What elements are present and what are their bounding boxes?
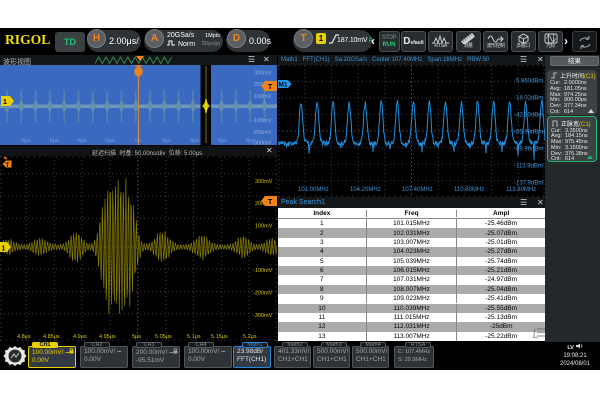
svg-text:2μs: 2μs [162, 138, 171, 144]
svg-text:1: 1 [3, 99, 7, 106]
svg-text:6μs: 6μs [218, 138, 227, 144]
svg-text:-8μs: -8μs [20, 138, 31, 144]
svg-text:300mV: 300mV [254, 71, 272, 77]
svg-text:0s: 0s [135, 138, 141, 144]
svg-text:T: T [268, 84, 273, 91]
svg-text:5.2μs: 5.2μs [243, 334, 257, 340]
svg-text:-113.9dBm: -113.9dBm [514, 164, 543, 170]
svg-text:107.40MHz: 107.40MHz [402, 187, 433, 193]
svg-text:104.20MHz: 104.20MHz [350, 187, 381, 193]
svg-text:8μs: 8μs [246, 138, 255, 144]
svg-text:5.15μs: 5.15μs [211, 334, 228, 340]
svg-text:101.00MHz: 101.00MHz [298, 187, 329, 193]
svg-text:4.9μs: 4.9μs [73, 334, 87, 340]
svg-text:T: T [6, 163, 10, 169]
svg-text:-300mV: -300mV [253, 313, 273, 319]
svg-text:5.1μs: 5.1μs [187, 334, 201, 340]
svg-text:4.85μs: 4.85μs [43, 334, 60, 340]
svg-text:-137.9dBm: -137.9dBm [514, 181, 543, 187]
svg-text:-100mV: -100mV [252, 118, 272, 124]
svg-text:300mV: 300mV [255, 179, 273, 185]
svg-text:110.60MHz: 110.60MHz [454, 187, 484, 193]
svg-text:M1: M1 [279, 82, 288, 89]
svg-text:-100mV: -100mV [253, 268, 273, 274]
svg-text:-200mV: -200mV [253, 291, 273, 297]
svg-text:5.960dBm: 5.960dBm [516, 79, 543, 85]
svg-text:4.95μs: 4.95μs [99, 334, 116, 340]
svg-text:-4μs: -4μs [76, 138, 87, 144]
svg-text:T: T [268, 199, 273, 206]
svg-text:4.8μs: 4.8μs [17, 334, 31, 340]
svg-text:-42.00dBm: -42.00dBm [514, 113, 543, 119]
svg-text:-200mV: -200mV [252, 130, 272, 136]
svg-text:5μs: 5μs [132, 334, 141, 340]
svg-text:-6μs: -6μs [48, 138, 59, 144]
svg-text:100mV: 100mV [254, 94, 272, 100]
svg-text:-2μs: -2μs [104, 138, 115, 144]
svg-text:-89.96dBm: -89.96dBm [514, 147, 543, 153]
svg-text:5.05μs: 5.05μs [155, 334, 172, 340]
svg-text:-65.98dBm: -65.98dBm [514, 130, 543, 136]
svg-text:4μs: 4μs [190, 138, 199, 144]
svg-text:113.80MHz: 113.80MHz [506, 187, 536, 193]
svg-text:1: 1 [2, 246, 6, 253]
svg-text:100mV: 100mV [255, 224, 273, 230]
svg-text:-18.02dBm: -18.02dBm [514, 96, 543, 102]
